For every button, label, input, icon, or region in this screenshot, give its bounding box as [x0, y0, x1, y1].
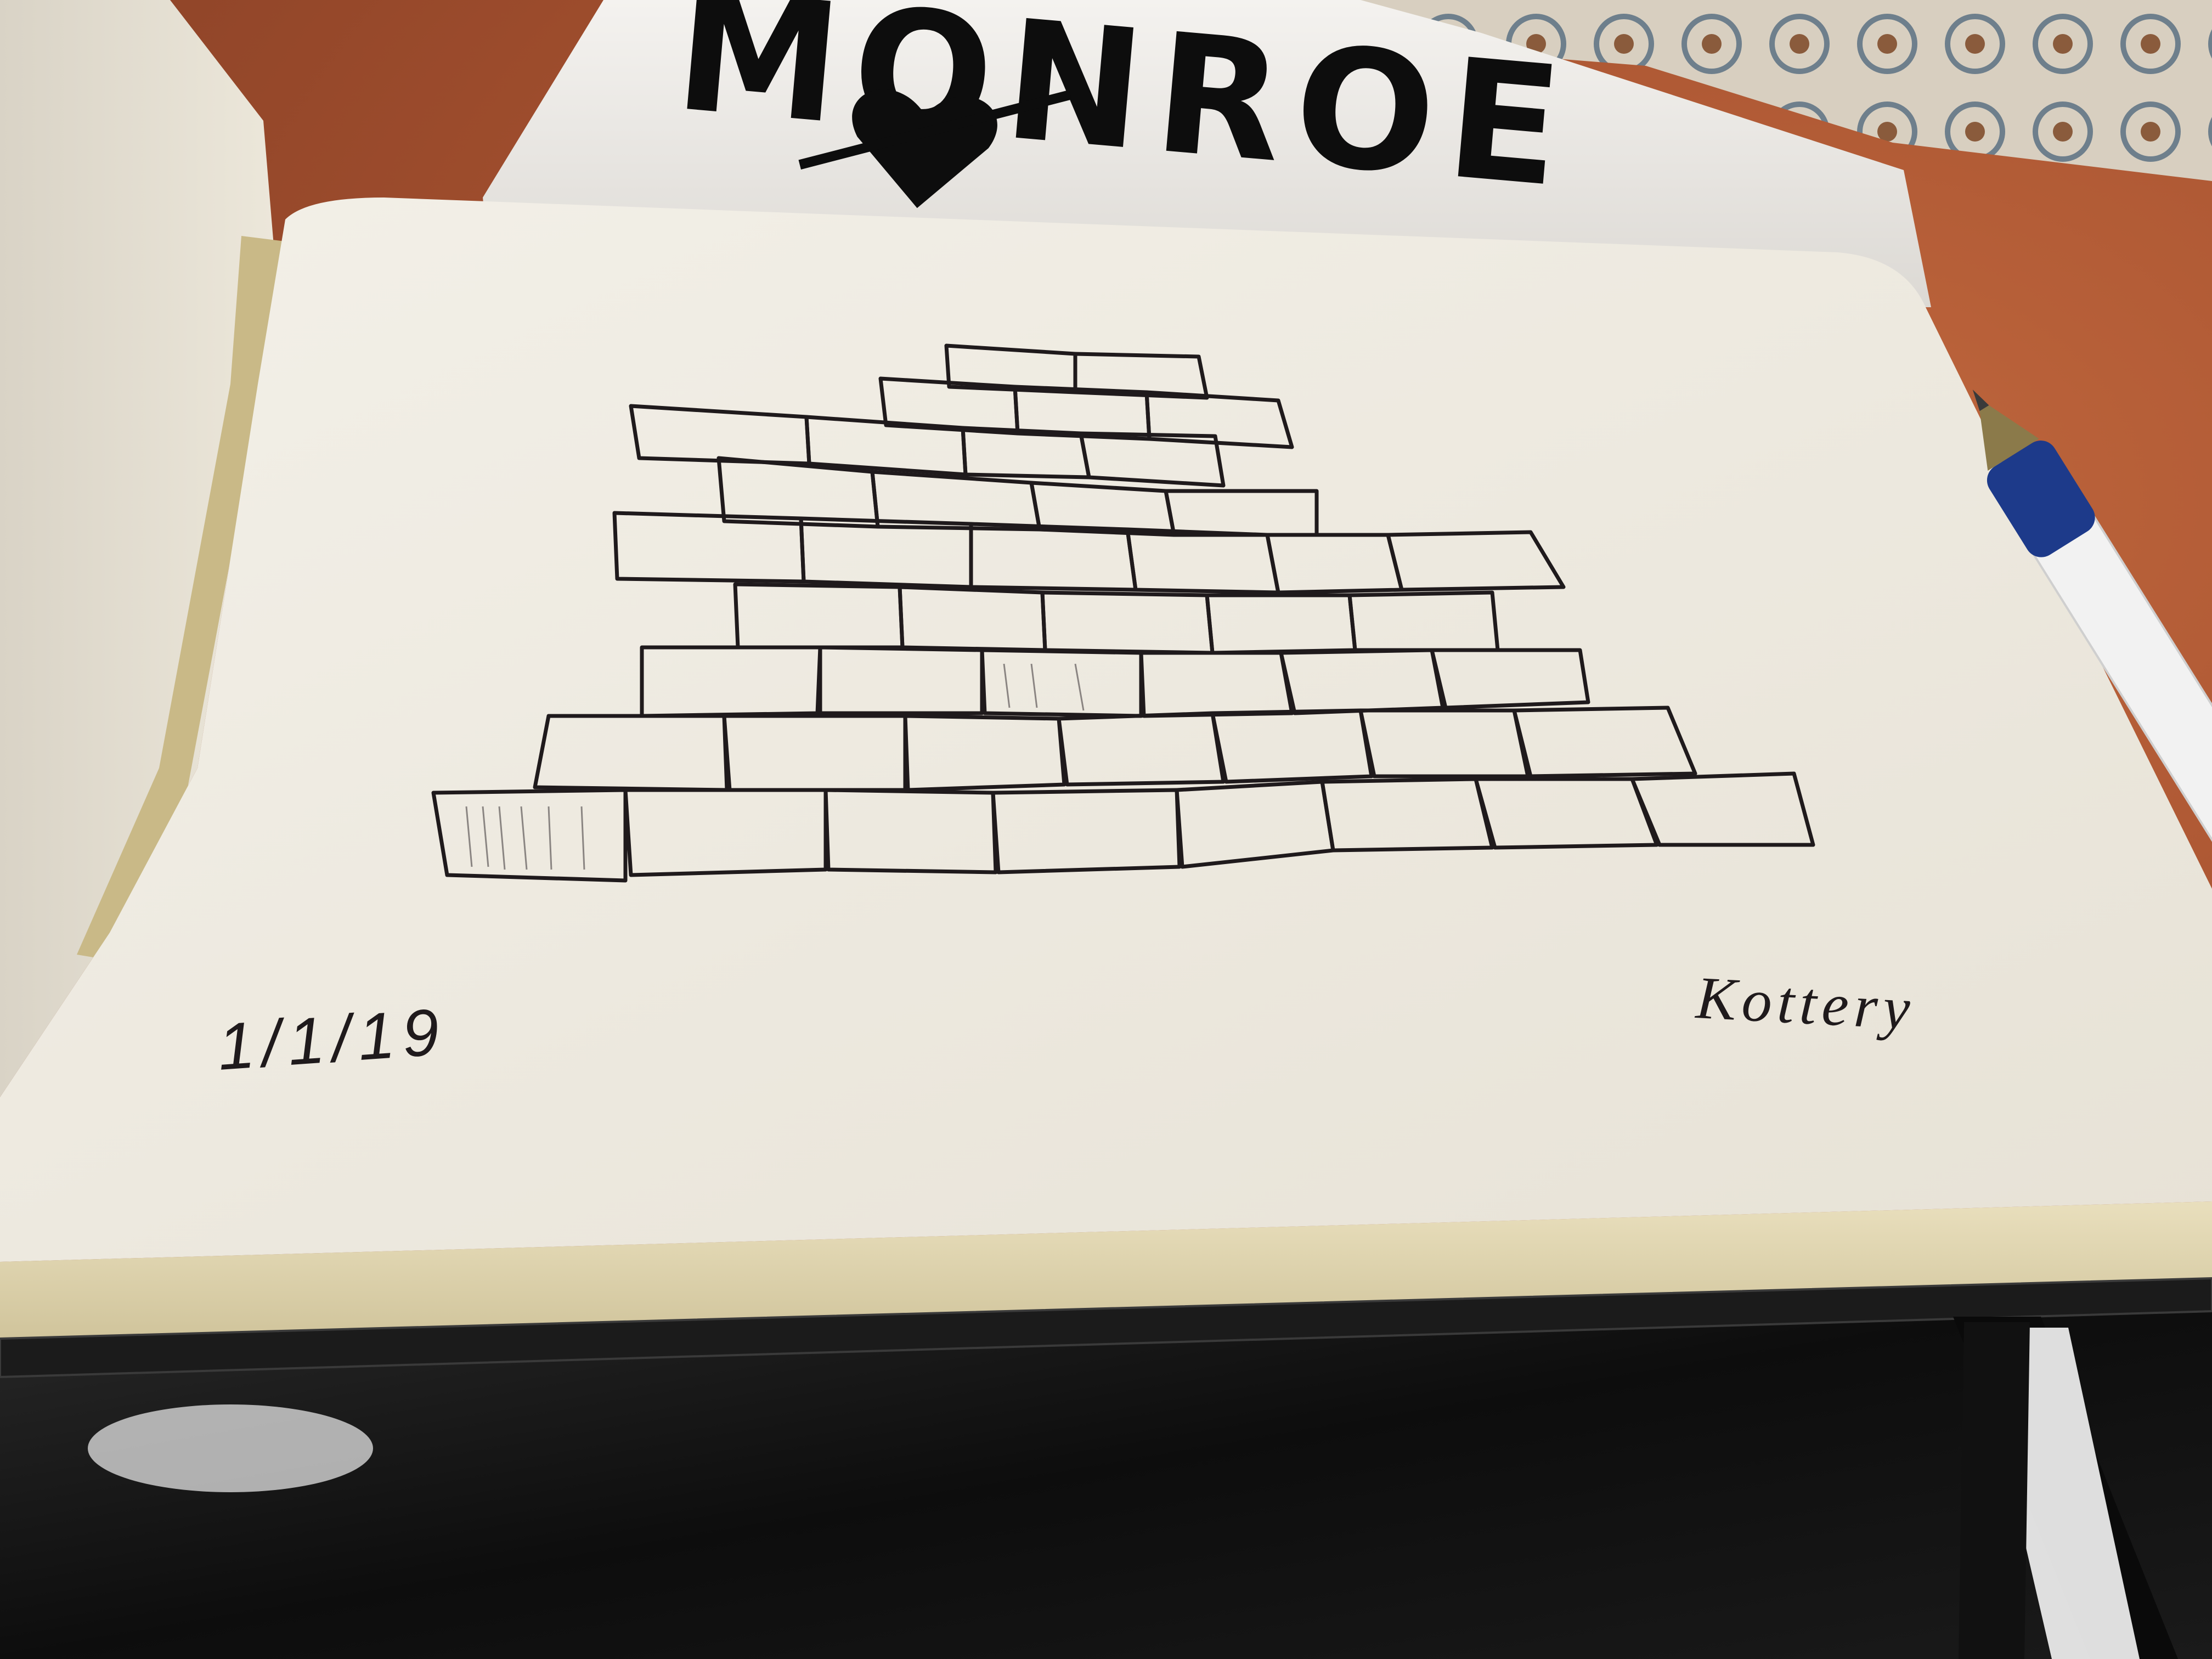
photo-scene: MONROE 1/1/19 Kottery [0, 0, 2212, 1659]
sketchbook-cover [0, 1277, 2212, 1659]
cover-reflection [88, 1404, 373, 1492]
